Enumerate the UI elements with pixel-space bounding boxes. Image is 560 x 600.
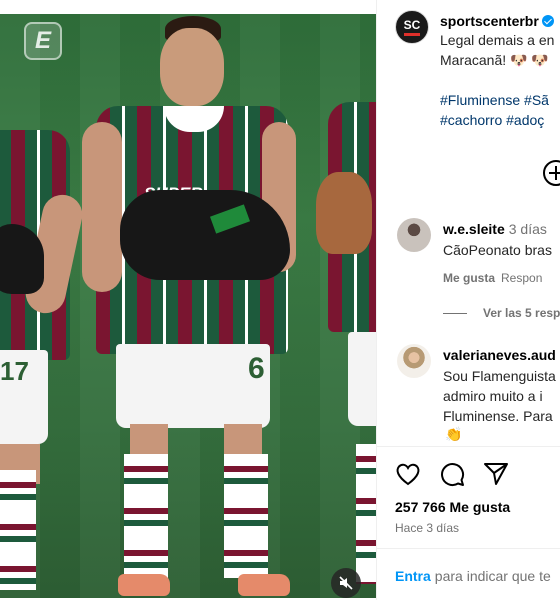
comment-text: CãoPeonato bras xyxy=(443,242,552,258)
player-center-arm-left xyxy=(82,122,122,292)
login-prompt-text: para indicar que te xyxy=(434,568,551,584)
view-replies-line xyxy=(443,313,467,315)
player-left-sock xyxy=(0,470,36,590)
author-avatar[interactable]: SC xyxy=(395,10,429,44)
player-right-sock xyxy=(356,444,376,584)
view-replies-text: Ver las 5 resp xyxy=(483,306,560,320)
player-center-sock-right xyxy=(224,454,268,578)
post-time: Hace 3 días xyxy=(395,521,460,535)
comment-username[interactable]: valerianeves.aud xyxy=(443,347,556,363)
clap-emoji: 👏 xyxy=(445,426,463,442)
dog-black xyxy=(120,190,290,280)
comment-text-line-2: admiro muito a i xyxy=(443,388,543,404)
espn-e-icon: E xyxy=(34,27,51,54)
divider xyxy=(377,548,560,549)
view-replies-button[interactable]: Ver las 5 resp xyxy=(443,306,560,320)
player-center-head xyxy=(160,28,224,106)
post-photo[interactable]: E 17 SUPER 6 xyxy=(0,14,376,598)
dog-brown xyxy=(316,172,372,254)
comment-like-button[interactable]: Me gusta xyxy=(443,271,495,285)
author-username-text: sportscenterbr xyxy=(440,13,539,29)
mute-button[interactable] xyxy=(331,568,361,598)
likes-count[interactable]: 257 766 Me gusta xyxy=(395,499,510,515)
comment-avatar[interactable] xyxy=(397,344,431,378)
comment-username[interactable]: w.e.sleite 3 días xyxy=(443,221,547,237)
caption-line-1: Legal demais a en xyxy=(440,32,555,48)
comment-username-text: w.e.sleite xyxy=(443,221,505,237)
caption-line-2: Maracanã! 🐶 🐶 xyxy=(440,52,549,68)
player-right-shorts xyxy=(348,332,376,426)
comment-text-line-3: Fluminense. Para xyxy=(443,408,553,424)
hashtags-line-1[interactable]: #Fluminense #Sã xyxy=(440,91,549,109)
avatar-sc-mark: SC xyxy=(403,17,421,32)
shirt-number-6: 6 xyxy=(248,352,265,385)
share-icon[interactable] xyxy=(483,462,509,486)
comment-text-line-1: Sou Flamenguista xyxy=(443,368,556,384)
player-center-shorts: 6 xyxy=(116,344,270,428)
heart-icon[interactable] xyxy=(395,462,421,486)
hashtags-line-2[interactable]: #cachorro #adoç xyxy=(440,111,544,129)
shirt-number-17: 17 xyxy=(0,356,29,386)
avatar-red-bar xyxy=(404,32,420,36)
verified-icon xyxy=(541,15,554,27)
add-comment-icon[interactable] xyxy=(543,160,560,186)
player-center-boot-right xyxy=(238,574,290,596)
divider xyxy=(377,446,560,447)
login-prompt: Entra para indicar que te xyxy=(395,568,551,584)
player-left-shorts: 17 xyxy=(0,350,48,444)
comment-icon[interactable] xyxy=(439,461,465,487)
post-side-panel: SC sportscenterbr Legal demais a en Mara… xyxy=(376,0,560,600)
login-link[interactable]: Entra xyxy=(395,568,431,584)
player-center-sock-left xyxy=(124,454,168,578)
comment-reply-button[interactable]: Respon xyxy=(501,271,542,285)
comment-avatar[interactable] xyxy=(397,218,431,252)
mute-icon xyxy=(339,576,353,590)
espn-logo: E xyxy=(24,22,62,60)
comment-time: 3 días xyxy=(508,221,547,237)
player-center-boot-left xyxy=(118,574,170,596)
author-username[interactable]: sportscenterbr xyxy=(440,13,554,29)
